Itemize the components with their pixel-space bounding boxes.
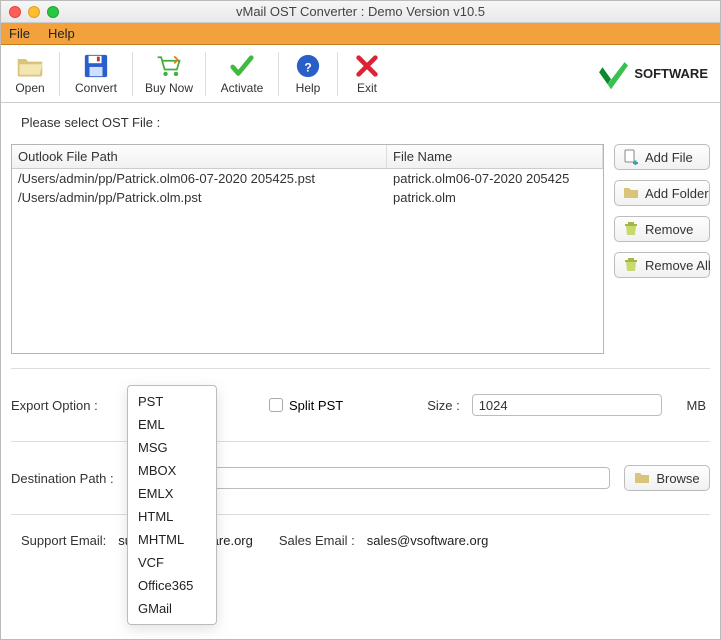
cart-icon — [155, 53, 183, 79]
toolbar: Open Convert Buy Now Activate ? Help — [1, 45, 720, 103]
svg-text:?: ? — [304, 60, 311, 74]
titlebar: vMail OST Converter : Demo Version v10.5 — [1, 1, 720, 23]
toolbar-open[interactable]: Open — [1, 49, 59, 99]
export-option-gmail[interactable]: GMail — [128, 597, 216, 620]
size-label: Size : — [427, 398, 460, 413]
destination-row: Destination Path : Browse — [11, 456, 710, 500]
brand-logo: SOFTWARE — [594, 57, 720, 91]
toolbar-buynow-label: Buy Now — [145, 81, 193, 95]
col-name[interactable]: File Name — [387, 145, 603, 168]
browse-button[interactable]: Browse — [624, 465, 710, 491]
export-option-emlx[interactable]: EMLX — [128, 482, 216, 505]
split-pst-label: Split PST — [289, 398, 343, 413]
question-icon: ? — [294, 53, 322, 79]
split-pst-checkbox[interactable]: Split PST — [269, 398, 343, 413]
menu-file[interactable]: File — [9, 26, 30, 41]
sales-email-label: Sales Email : — [279, 533, 355, 548]
toolbar-exit-label: Exit — [357, 81, 377, 95]
toolbar-open-label: Open — [15, 81, 44, 95]
remove-all-icon — [623, 257, 639, 273]
remove-icon — [623, 221, 639, 237]
add-file-label: Add File — [645, 150, 693, 165]
export-option-mbox[interactable]: MBOX — [128, 459, 216, 482]
col-path[interactable]: Outlook File Path — [12, 145, 387, 168]
toolbar-activate-label: Activate — [221, 81, 264, 95]
open-folder-icon — [16, 53, 44, 79]
close-x-icon — [353, 53, 381, 79]
export-option-html[interactable]: HTML — [128, 505, 216, 528]
table-row[interactable]: /Users/admin/pp/Patrick.olm06-07-2020 20… — [12, 169, 603, 188]
app-window: vMail OST Converter : Demo Version v10.5… — [0, 0, 721, 640]
cell-name: patrick.olm — [393, 190, 597, 205]
toolbar-convert[interactable]: Convert — [60, 49, 132, 99]
traffic-lights — [9, 6, 59, 18]
export-option-vcf[interactable]: VCF — [128, 551, 216, 574]
window-title: vMail OST Converter : Demo Version v10.5 — [9, 4, 712, 19]
export-option-msg[interactable]: MSG — [128, 436, 216, 459]
support-email-label: Support Email: — [21, 533, 106, 548]
browse-folder-icon — [634, 470, 650, 486]
close-window-icon[interactable] — [9, 6, 21, 18]
footer: Support Email: support@vsoftware.org Sal… — [11, 529, 710, 548]
remove-label: Remove — [645, 222, 693, 237]
zoom-window-icon[interactable] — [47, 6, 59, 18]
remove-button[interactable]: Remove — [614, 216, 710, 242]
add-folder-icon — [623, 185, 639, 201]
toolbar-help-label: Help — [296, 81, 321, 95]
size-input[interactable] — [472, 394, 662, 416]
checkmark-icon — [228, 53, 256, 79]
toolbar-convert-label: Convert — [75, 81, 117, 95]
toolbar-exit[interactable]: Exit — [338, 49, 396, 99]
side-buttons: Add File Add Folder Remove Remove All — [614, 144, 710, 354]
export-format-dropdown[interactable]: PSTEMLMSGMBOXEMLXHTMLMHTMLVCFOffice365GM… — [127, 385, 217, 625]
browse-label: Browse — [656, 471, 699, 486]
remove-all-label: Remove All — [645, 258, 711, 273]
brand-check-icon — [594, 57, 628, 91]
toolbar-help[interactable]: ? Help — [279, 49, 337, 99]
export-option-office365[interactable]: Office365 — [128, 574, 216, 597]
export-option-eml[interactable]: EML — [128, 413, 216, 436]
cell-name: patrick.olm06-07-2020 205425 — [393, 171, 597, 186]
save-disk-icon — [82, 53, 110, 79]
minimize-window-icon[interactable] — [28, 6, 40, 18]
menu-help[interactable]: Help — [48, 26, 75, 41]
add-folder-label: Add Folder — [645, 186, 709, 201]
checkbox-box-icon — [269, 398, 283, 412]
remove-all-button[interactable]: Remove All — [614, 252, 710, 278]
brand-text: SOFTWARE — [634, 66, 708, 81]
add-file-icon — [623, 149, 639, 165]
destination-label: Destination Path : — [11, 471, 133, 486]
menubar: File Help — [1, 23, 720, 45]
table-row[interactable]: /Users/admin/pp/Patrick.olm.pst patrick.… — [12, 188, 603, 207]
toolbar-activate[interactable]: Activate — [206, 49, 278, 99]
table-header: Outlook File Path File Name — [12, 145, 603, 169]
add-file-button[interactable]: Add File — [614, 144, 710, 170]
table-body: /Users/admin/pp/Patrick.olm06-07-2020 20… — [12, 169, 603, 353]
cell-path: /Users/admin/pp/Patrick.olm.pst — [18, 190, 393, 205]
export-option-label: Export Option : — [11, 398, 127, 413]
export-option-pst[interactable]: PST — [128, 390, 216, 413]
export-option-mhtml[interactable]: MHTML — [128, 528, 216, 551]
content-area: Please select OST File : Outlook File Pa… — [1, 103, 720, 639]
toolbar-buynow[interactable]: Buy Now — [133, 49, 205, 99]
add-folder-button[interactable]: Add Folder — [614, 180, 710, 206]
export-row: Export Option : Split PST Size : MB — [11, 383, 710, 427]
cell-path: /Users/admin/pp/Patrick.olm06-07-2020 20… — [18, 171, 393, 186]
select-file-prompt: Please select OST File : — [11, 111, 710, 136]
sales-email: sales@vsoftware.org — [367, 533, 489, 548]
file-table: Outlook File Path File Name /Users/admin… — [11, 144, 604, 354]
size-unit: MB — [687, 398, 707, 413]
